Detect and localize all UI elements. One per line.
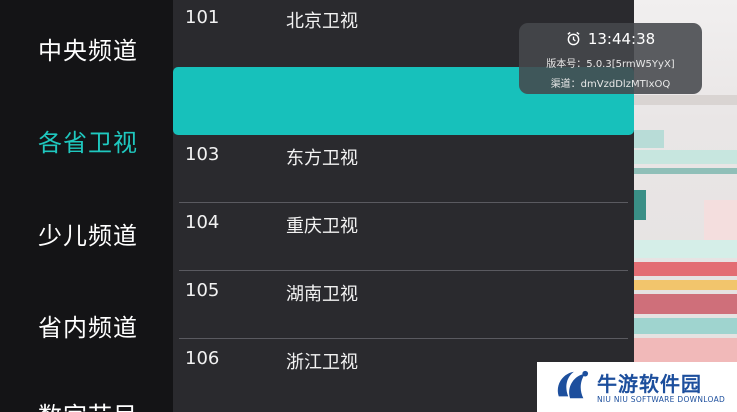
watermark-subtitle: NIU NIU SOFTWARE DOWNLOAD: [597, 395, 726, 404]
category-provincial-satellite[interactable]: 各省卫视: [38, 123, 138, 158]
watermark-logo-icon: [557, 370, 589, 399]
channel-number: 101: [185, 7, 220, 28]
watermark: 牛游软件园 NIU NIU SOFTWARE DOWNLOAD: [537, 362, 737, 412]
watermark-name: 牛游软件园: [597, 372, 702, 396]
info-overlay: 13:44:38 版本号：5.0.3[5rmW5YyX] 渠道：dmVzdDlz…: [519, 23, 702, 94]
channel-name: 浙江卫视: [286, 352, 358, 373]
channel-name: 重庆卫视: [286, 216, 358, 237]
version-label: 版本号：5.0.3[5rmW5YyX]: [546, 59, 675, 70]
channel-number: 106: [185, 348, 220, 369]
channel-row[interactable]: 104 重庆卫视: [173, 203, 634, 271]
clock-time: 13:44:38: [587, 30, 656, 48]
category-sidebar: 中央频道 各省卫视 少儿频道 省内频道 数字节目: [0, 0, 173, 412]
channel-row[interactable]: 103 东方卫视: [173, 135, 634, 203]
channel-row[interactable]: 105 湖南卫视: [173, 271, 634, 339]
channel-number: 105: [185, 280, 220, 301]
channel-name: 湖南卫视: [286, 284, 358, 305]
category-digital[interactable]: 数字节目: [38, 396, 138, 412]
channel-name: 东方卫视: [286, 148, 358, 169]
channel-number: 104: [185, 212, 220, 233]
clock: 13:44:38: [519, 30, 702, 50]
category-cctv[interactable]: 中央频道: [38, 31, 138, 66]
category-kids[interactable]: 少儿频道: [38, 216, 138, 251]
channel-name: 北京卫视: [286, 11, 358, 32]
alarm-clock-icon: [566, 31, 581, 50]
channel-number: 103: [185, 144, 220, 165]
channel-id-label: 渠道：dmVzdDlzMTIxOQ: [550, 79, 671, 90]
category-local[interactable]: 省内频道: [38, 308, 138, 343]
